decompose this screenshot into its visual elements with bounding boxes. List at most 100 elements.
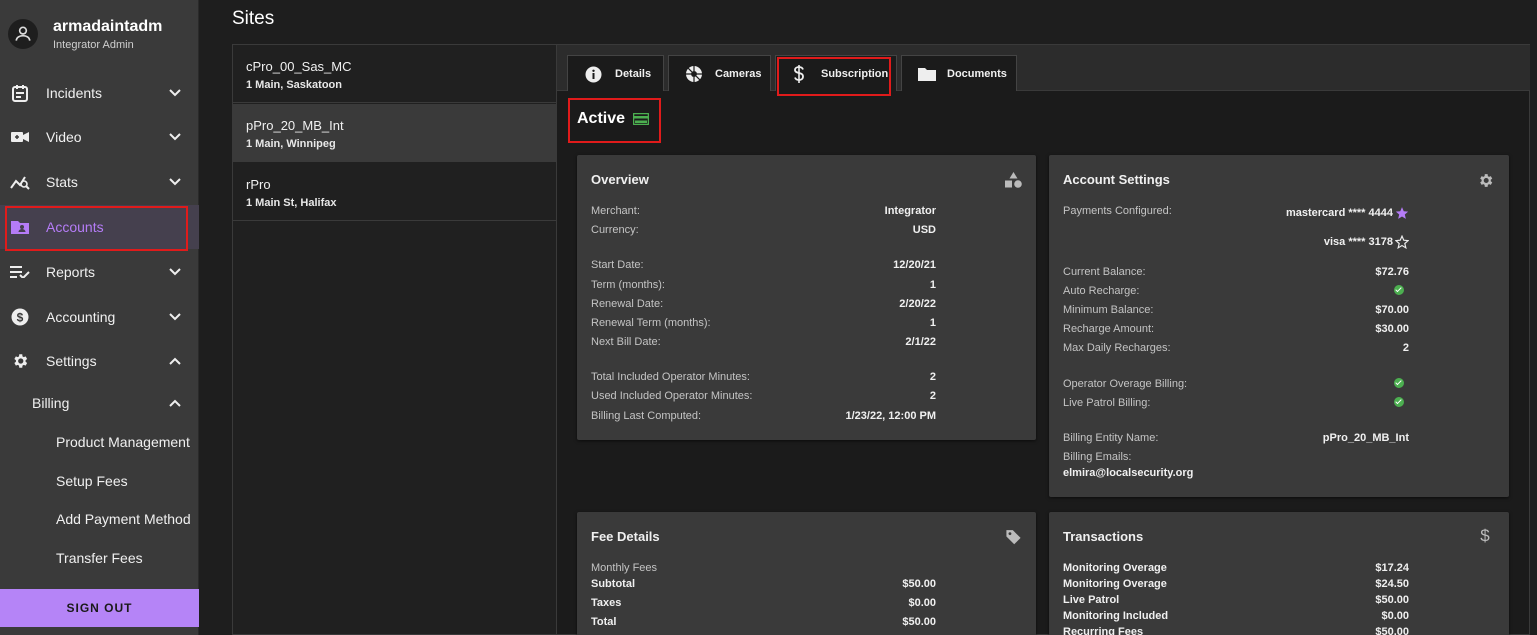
tab-cameras-label: Cameras <box>715 67 762 80</box>
video-camera-icon <box>10 128 30 146</box>
currency-value: USD <box>912 224 936 236</box>
status-label: Active <box>577 110 626 127</box>
start-date-value: 12/20/21 <box>893 259 936 271</box>
shapes-icon <box>1004 171 1022 189</box>
taxes-value: $0.00 <box>908 597 936 609</box>
site-row[interactable]: rPro 1 Main St, Halifax <box>233 163 556 221</box>
transaction-label: Recurring Fees <box>1063 626 1144 635</box>
calendar-icon <box>10 84 30 102</box>
sign-out-button[interactable]: SIGN OUT <box>0 589 199 627</box>
dollar-glyph: $ <box>17 311 24 325</box>
gear-icon[interactable] <box>1476 171 1494 189</box>
nav-reports[interactable]: Reports <box>0 250 199 294</box>
billing-emails-label: Billing Emails: <box>1063 451 1132 463</box>
taxes-label: Taxes <box>591 597 622 609</box>
payment-method-visa: visa **** 3178 <box>1323 236 1393 248</box>
renewal-date-label: Renewal Date: <box>591 298 664 310</box>
start-date-label: Start Date: <box>591 259 644 271</box>
total-value: $50.00 <box>902 616 936 628</box>
renewal-date-value: 2/20/22 <box>899 298 936 310</box>
dollar-circle-icon: $ <box>10 308 30 326</box>
minimum-balance-label: Minimum Balance: <box>1063 304 1154 316</box>
transaction-value: $24.50 <box>1375 578 1409 590</box>
tab-cameras[interactable]: Cameras <box>668 55 771 91</box>
minimum-balance-value: $70.00 <box>1375 304 1409 316</box>
recharge-amount-value: $30.00 <box>1375 323 1409 335</box>
folder-icon <box>918 65 936 83</box>
star-filled-icon[interactable] <box>1395 206 1409 220</box>
next-bill-label: Next Bill Date: <box>591 336 661 348</box>
nav-video[interactable]: Video <box>0 115 199 159</box>
dollar-icon: $ <box>1476 526 1494 545</box>
nav-billing-label: Billing <box>32 395 70 411</box>
monthly-fees-label: Monthly Fees <box>591 562 658 574</box>
nav-reports-label: Reports <box>46 264 96 280</box>
user-profile[interactable]: armadaintadm Integrator Admin <box>8 14 162 54</box>
nav-transfer-fees[interactable]: Transfer Fees <box>56 550 143 566</box>
stats-chart-icon <box>10 173 30 191</box>
renewal-term-value: 1 <box>929 317 936 329</box>
current-balance-value: $72.76 <box>1375 266 1409 278</box>
camera-aperture-icon <box>685 65 703 83</box>
chevron-up-icon <box>169 399 181 407</box>
nav-setup-fees[interactable]: Setup Fees <box>56 473 128 489</box>
tab-documents-label: Documents <box>947 67 1007 80</box>
sites-list: cPro_00_Sas_MC 1 Main, Saskatoon pPro_20… <box>232 44 557 635</box>
chevron-down-icon <box>169 89 181 97</box>
user-role: Integrator Admin <box>53 38 134 51</box>
recharge-amount-label: Recharge Amount: <box>1063 323 1155 335</box>
chevron-up-icon <box>169 357 181 365</box>
fee-details-card: Fee Details Monthly Fees Subtotal $50.00… <box>577 512 1036 635</box>
transaction-label: Monitoring Included <box>1063 610 1169 622</box>
nav-incidents[interactable]: Incidents <box>0 71 199 115</box>
check-circle-icon <box>1394 378 1404 388</box>
nav-product-management[interactable]: Product Management <box>56 434 190 450</box>
site-address: 1 Main, Winnipeg <box>246 138 336 150</box>
account-settings-card: Account Settings Payments Configured: ma… <box>1049 155 1509 497</box>
tab-documents[interactable]: Documents <box>901 55 1017 91</box>
dollar-icon <box>790 65 808 83</box>
billing-entity-label: Billing Entity Name: <box>1063 432 1159 444</box>
transaction-label: Monitoring Overage <box>1063 578 1167 590</box>
used-minutes-label: Used Included Operator Minutes: <box>591 390 753 402</box>
nav-billing[interactable]: Billing <box>0 381 199 425</box>
subscription-status: Active <box>577 110 650 128</box>
sidebar: armadaintadm Integrator Admin Incidents … <box>0 0 199 635</box>
nav-accounts[interactable]: Accounts <box>0 205 199 249</box>
used-minutes-value: 2 <box>929 390 936 402</box>
tab-details[interactable]: Details <box>567 55 664 91</box>
nav-video-label: Video <box>46 129 82 145</box>
nav-settings-label: Settings <box>46 353 97 369</box>
live-patrol-billing-label: Live Patrol Billing: <box>1063 397 1151 409</box>
tab-bar: Details Cameras Subscription Documents <box>557 45 1530 91</box>
fee-details-title: Fee Details <box>591 529 660 544</box>
transaction-value: $0.00 <box>1381 610 1409 622</box>
term-value: 1 <box>929 279 936 291</box>
transaction-value: $50.00 <box>1375 626 1409 635</box>
account-settings-title: Account Settings <box>1063 172 1170 187</box>
nav-settings[interactable]: Settings <box>0 339 199 383</box>
check-circle-icon <box>1394 397 1404 407</box>
star-outline-icon[interactable] <box>1395 235 1409 249</box>
site-row[interactable]: cPro_00_Sas_MC 1 Main, Saskatoon <box>233 45 556 103</box>
chevron-down-icon <box>169 268 181 276</box>
check-circle-icon <box>1394 285 1404 295</box>
billing-emails-value: elmira@localsecurity.org <box>1063 467 1194 479</box>
total-label: Total <box>591 616 617 628</box>
overview-card: Overview Merchant: Integrator Currency: … <box>577 155 1036 440</box>
renewal-term-label: Renewal Term (months): <box>591 317 711 329</box>
merchant-label: Merchant: <box>591 205 640 217</box>
site-name: rPro <box>246 177 271 192</box>
last-computed-value: 1/23/22, 12:00 PM <box>845 410 936 422</box>
subtotal-label: Subtotal <box>591 578 635 590</box>
total-minutes-value: 2 <box>929 371 936 383</box>
nav-add-payment-method[interactable]: Add Payment Method <box>56 511 191 527</box>
tab-subscription[interactable]: Subscription <box>775 55 897 91</box>
site-row-selected[interactable]: pPro_20_MB_Int 1 Main, Winnipeg <box>233 104 556 162</box>
tab-details-label: Details <box>615 67 652 80</box>
transaction-value: $17.24 <box>1375 562 1409 574</box>
user-name: armadaintadm <box>53 17 163 35</box>
nav-accounting[interactable]: $ Accounting <box>0 295 199 339</box>
nav-stats[interactable]: Stats <box>0 160 199 204</box>
current-balance-label: Current Balance: <box>1063 266 1146 278</box>
